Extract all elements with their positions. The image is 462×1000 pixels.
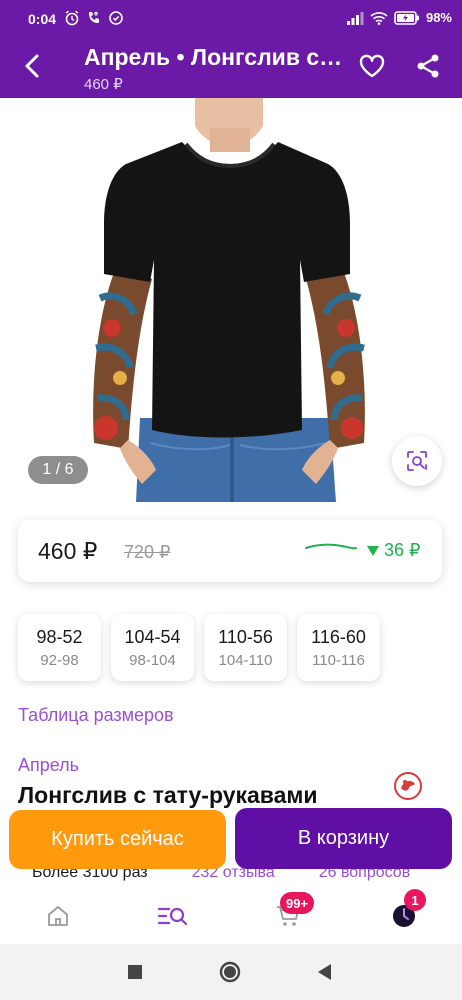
brand-logo[interactable] [393, 771, 423, 801]
status-icons-right: 98% [346, 10, 452, 25]
product-title: Лонгслив с тату-рукавами [18, 782, 318, 808]
add-to-cart-button[interactable]: В корзину [235, 808, 452, 869]
size-sublabel: 98-104 [129, 651, 176, 669]
app-header: Апрель • Лонгслив с тату-рукавами 460 ₽ [0, 36, 462, 98]
favorite-button[interactable] [356, 50, 388, 82]
status-bar: 0:04 98% [0, 0, 462, 36]
size-label: 104-54 [124, 626, 181, 647]
circle-icon [219, 961, 241, 983]
sync-icon [109, 11, 123, 25]
price-drop-value: 36 ₽ [384, 540, 421, 560]
price-old: 720 ₽ [124, 542, 171, 562]
battery-icon [394, 10, 419, 25]
product-photo [93, 98, 365, 502]
size-option[interactable]: 110-56 104-110 [204, 614, 287, 681]
call-icon [89, 11, 99, 23]
home-icon [48, 906, 68, 926]
back-system-button[interactable] [313, 960, 337, 984]
cart-badge: 99+ [280, 892, 315, 914]
buy-now-button[interactable]: Купить сейчас [9, 810, 226, 869]
header-price: 460 ₽ [84, 76, 123, 93]
size-sublabel: 110-116 [312, 651, 365, 669]
signal-icon [346, 11, 364, 25]
size-option[interactable]: 104-54 98-104 [111, 614, 194, 681]
size-sublabel: 104-110 [218, 651, 273, 669]
size-label: 116-60 [311, 626, 366, 647]
back-button[interactable] [16, 50, 48, 82]
triangle-down-icon [367, 545, 379, 556]
bottom-nav: 99+ 1 [0, 886, 462, 944]
share-icon [417, 54, 439, 78]
price-trend-sparkline [305, 543, 357, 550]
status-time: 0:04 [28, 11, 57, 27]
size-sublabel: 92-98 [40, 651, 79, 669]
nav-home[interactable] [38, 896, 78, 936]
system-nav-bar [0, 944, 462, 1000]
size-label: 110-56 [218, 626, 273, 647]
size-table-link[interactable]: Таблица размеров [18, 705, 174, 726]
size-option[interactable]: 116-60 110-116 [297, 614, 380, 681]
size-label: 98-52 [36, 626, 83, 647]
recents-button[interactable] [123, 960, 147, 984]
size-selector: 98-52 92-98 104-54 98-104 110-56 104-110… [18, 614, 380, 681]
chevron-left-icon [25, 54, 39, 78]
size-option[interactable]: 98-52 92-98 [18, 614, 101, 681]
price-current: 460 ₽ [38, 538, 98, 564]
square-icon [128, 965, 142, 979]
catalog-search-icon [157, 907, 188, 926]
heart-icon [359, 54, 385, 78]
brand-link[interactable]: Апрель [18, 755, 79, 776]
wifi-icon [370, 11, 388, 25]
share-button[interactable] [412, 50, 444, 82]
image-search-icon [407, 451, 427, 471]
price-card[interactable]: 460 ₽ 720 ₽ 36 ₽ [18, 520, 442, 582]
visual-search-button[interactable] [392, 436, 442, 486]
profile-badge: 1 [404, 889, 426, 911]
image-counter: 1 / 6 [28, 456, 88, 484]
nav-catalog[interactable] [152, 896, 192, 936]
battery-level: 98% [425, 10, 452, 25]
page-title: Апрель • Лонгслив с тату-рукавами [84, 44, 344, 70]
home-system-button[interactable] [218, 960, 242, 984]
alarm-icon [65, 10, 79, 26]
product-image[interactable] [0, 98, 462, 502]
price-drop: 36 ₽ [366, 540, 420, 561]
status-icons-left [64, 10, 124, 26]
triangle-back-icon [318, 964, 331, 980]
